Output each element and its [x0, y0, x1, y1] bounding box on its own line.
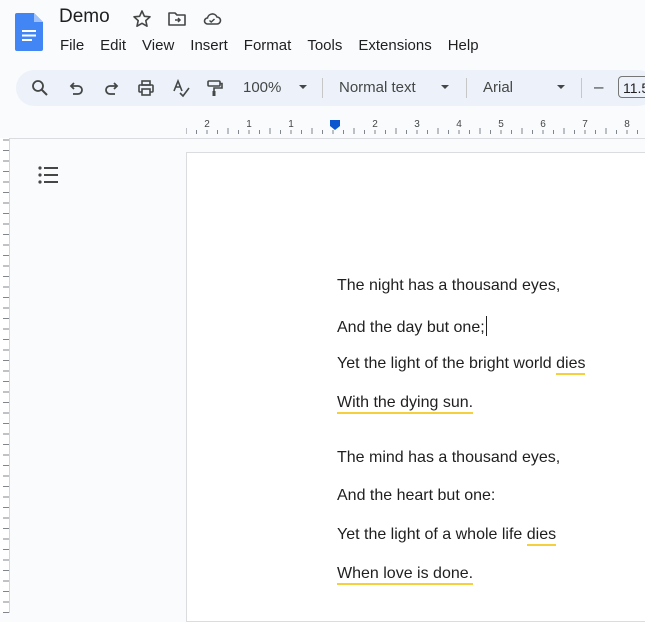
paragraph-style-select[interactable]: Normal text [339, 79, 416, 96]
decrease-font-size-button[interactable]: – [594, 77, 603, 97]
font-size-input[interactable]: 11.5 [618, 76, 645, 98]
poem-line[interactable]: And the day but one; [337, 316, 487, 337]
ruler-label: 3 [414, 119, 420, 130]
poem-line[interactable]: The night has a thousand eyes, [337, 277, 560, 295]
toolbar-divider [581, 78, 582, 98]
menu-insert[interactable]: Insert [182, 36, 236, 56]
outline-icon[interactable] [36, 164, 60, 186]
title-bar: Demo File Edit View Insert Format Tools … [0, 0, 645, 66]
menu-format[interactable]: Format [236, 36, 300, 56]
poem-line[interactable]: And the heart but one: [337, 487, 495, 505]
ruler-label: 8 [624, 119, 630, 130]
ruler-ticks: 2 1 1 2 3 4 5 6 7 8 [186, 119, 638, 134]
poem-line[interactable]: The mind has a thousand eyes, [337, 449, 560, 467]
menu-extensions[interactable]: Extensions [350, 36, 439, 56]
doc-title[interactable]: Demo [59, 6, 110, 28]
ruler-label: 1 [288, 119, 294, 130]
spellcheck-icon[interactable] [171, 78, 191, 98]
poem-line-text: And the day but one; [337, 319, 485, 336]
spelling-suggestion[interactable]: With the dying sun. [337, 394, 474, 414]
search-icon[interactable] [30, 78, 50, 98]
undo-icon[interactable] [66, 78, 86, 98]
print-icon[interactable] [136, 78, 156, 98]
star-icon[interactable] [132, 9, 152, 29]
cloud-status-icon[interactable] [202, 9, 222, 29]
poem-line[interactable]: With the dying sun. [337, 394, 474, 414]
vertical-ruler-ticks [3, 139, 9, 613]
ruler-label: 1 [246, 119, 252, 130]
document-page[interactable] [186, 152, 645, 622]
ruler-label: 5 [498, 119, 504, 130]
text-cursor [485, 316, 487, 336]
spelling-suggestion[interactable]: dies [556, 355, 586, 375]
redo-icon[interactable] [102, 78, 122, 98]
first-line-indent-icon[interactable] [330, 120, 340, 122]
toolbar-divider [322, 78, 323, 98]
paint-format-icon[interactable] [204, 78, 224, 98]
indent-marker-icon[interactable] [330, 121, 340, 130]
menu-view[interactable]: View [134, 36, 182, 56]
menu-tools[interactable]: Tools [299, 36, 350, 56]
poem-line[interactable]: When love is done. [337, 565, 474, 585]
spelling-suggestion[interactable]: dies [526, 526, 557, 546]
ruler-label: 4 [456, 119, 462, 130]
poem-line-text: Yet the light of a whole life [337, 526, 527, 543]
menu-bar: File Edit View Insert Format Tools Exten… [52, 36, 487, 56]
spelling-suggestion[interactable]: When love is done. [337, 565, 474, 585]
font-select[interactable]: Arial [483, 79, 513, 96]
poem-line-text: Yet the light of the bright world [337, 355, 557, 372]
ruler-label: 6 [540, 119, 546, 130]
poem-line[interactable]: Yet the light of the bright world dies [337, 355, 586, 375]
style-caret-icon[interactable] [440, 82, 450, 92]
font-caret-icon[interactable] [556, 82, 566, 92]
ruler-label: 7 [582, 119, 588, 130]
toolbar-divider [466, 78, 467, 98]
vertical-ruler[interactable] [0, 138, 10, 613]
docs-logo-icon[interactable] [15, 13, 43, 51]
zoom-caret-icon[interactable] [298, 82, 308, 92]
menu-file[interactable]: File [52, 36, 92, 56]
horizontal-ruler[interactable]: 2 1 1 2 3 4 5 6 7 8 [186, 114, 645, 136]
toolbar: 100% Normal text Arial – 11.5 [16, 70, 645, 106]
poem-line[interactable]: Yet the light of a whole life dies [337, 526, 557, 546]
zoom-select[interactable]: 100% [243, 79, 281, 96]
move-folder-icon[interactable] [167, 9, 187, 29]
ruler-label: 2 [204, 119, 210, 130]
menu-edit[interactable]: Edit [92, 36, 134, 56]
menu-help[interactable]: Help [440, 36, 487, 56]
ruler-label: 2 [372, 119, 378, 130]
